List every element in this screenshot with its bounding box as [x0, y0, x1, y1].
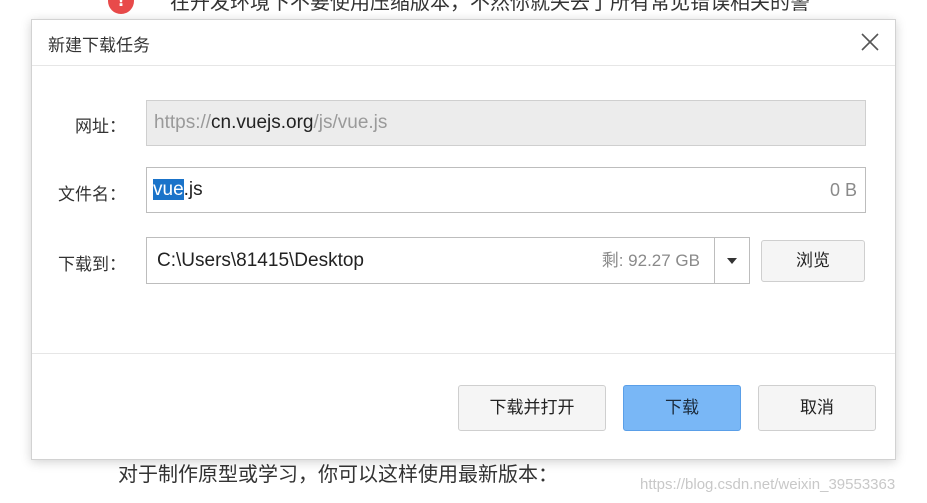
destination-dropdown-button[interactable] — [714, 237, 750, 284]
url-label: 网址： — [75, 117, 126, 137]
filename-selected-text: vue — [153, 179, 184, 200]
new-download-dialog: 新建下载任务 网址： https://cn.vuejs.org/js/vue.j… — [31, 19, 896, 460]
url-prefix: https:// — [154, 112, 212, 133]
destination-path-input[interactable]: C:\Users\81415\Desktop 剩: 92.27 GB — [146, 237, 715, 284]
url-field[interactable]: https://cn.vuejs.org/js/vue.js — [146, 100, 866, 146]
watermark: https://blog.csdn.net/weixin_39553363 — [640, 476, 896, 493]
close-button[interactable] — [857, 29, 883, 55]
caret-down-icon — [727, 258, 737, 264]
destination-label: 下载到： — [58, 255, 126, 275]
file-size: 0 B — [829, 180, 857, 200]
filename-label: 文件名： — [58, 185, 126, 205]
background-bottom-text: 对于制作原型或学习，你可以这样使用最新版本： — [118, 462, 558, 486]
dialog-title: 新建下载任务 — [48, 36, 150, 56]
download-and-open-button[interactable]: 下载并打开 — [458, 385, 606, 431]
url-host: cn.vuejs.org — [211, 112, 314, 133]
close-icon — [861, 33, 879, 51]
browse-button[interactable]: 浏览 — [761, 240, 865, 282]
filename-input[interactable]: vue.js 0 B — [146, 167, 866, 213]
free-space: 剩: 92.27 GB — [601, 251, 700, 270]
url-path: /js/vue.js — [313, 112, 388, 133]
filename-extension: .js — [183, 179, 203, 200]
dialog-header: 新建下载任务 — [32, 20, 895, 66]
alert-icon: ! — [108, 0, 134, 14]
footer-divider — [32, 353, 895, 354]
cancel-button[interactable]: 取消 — [758, 385, 876, 431]
destination-path: C:\Users\81415\Desktop — [157, 250, 364, 271]
download-button[interactable]: 下载 — [623, 385, 741, 431]
background-top-text: 在开发环境下不要使用压缩版本，不然你就失去了所有常见错误相关的警 — [170, 0, 810, 14]
